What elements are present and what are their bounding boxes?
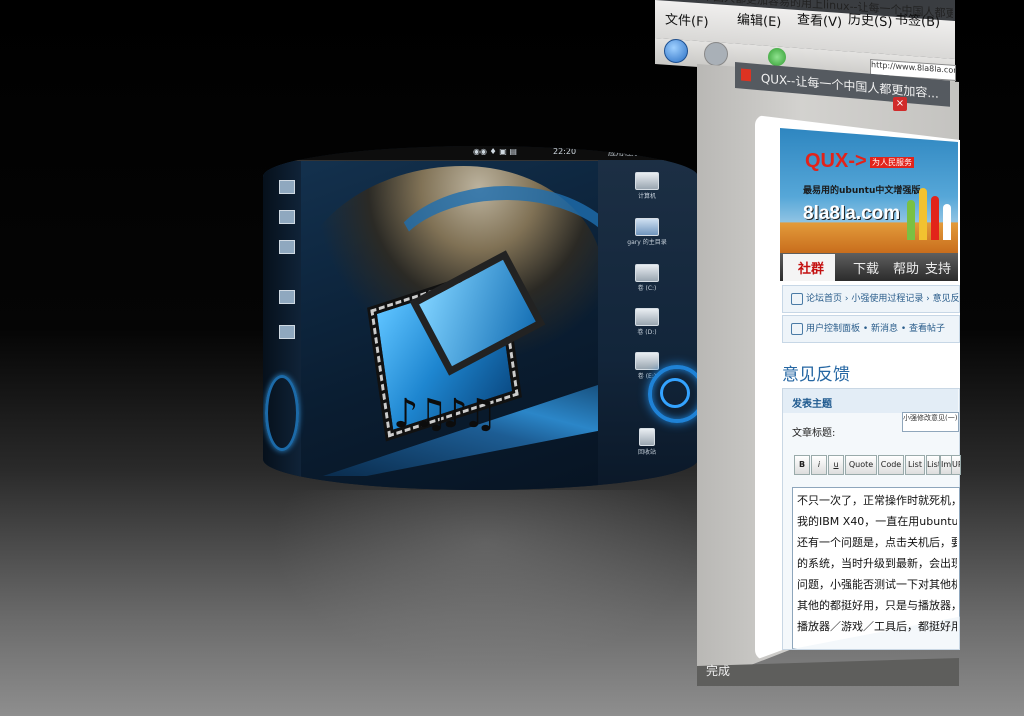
list-numbered-button[interactable]: List= bbox=[926, 455, 940, 475]
message-line: 问题，小强能否测试一下对其他机器的支持， bbox=[797, 578, 957, 591]
figure-white bbox=[943, 204, 951, 240]
drive-glyph-icon bbox=[635, 308, 659, 326]
left-side-strip bbox=[263, 160, 301, 490]
side-app-icon[interactable] bbox=[279, 180, 295, 194]
close-tab-icon[interactable]: × bbox=[893, 97, 907, 111]
computer-glyph-icon bbox=[635, 172, 659, 190]
stick-figures-illustration bbox=[905, 178, 955, 240]
figure-green bbox=[907, 200, 915, 240]
site-tagline: 最易用的ubuntu中文增强版 bbox=[803, 186, 921, 196]
user-control-bar[interactable]: 用户控制面板 • 新消息 • 查看帖子 bbox=[782, 315, 960, 343]
italic-button[interactable]: i bbox=[811, 455, 827, 475]
music-notes-icon: ♪♫♪♫ bbox=[393, 391, 498, 437]
breadcrumb-text[interactable]: 论坛首页 › 小强使用过程记录 › 意见反馈 bbox=[806, 294, 959, 304]
quote-button[interactable]: Quote bbox=[845, 455, 877, 475]
logo-subtitle: 为人民服务 bbox=[870, 157, 914, 168]
side-app-icon[interactable] bbox=[279, 210, 295, 224]
subject-label: 文章标题: bbox=[792, 428, 836, 439]
message-line: 不只一次了，正常操作时就死机，尝试很多方法都没用， bbox=[797, 494, 957, 507]
message-line: 我的IBM X40，一直在用ubuntu,小强也在用， bbox=[797, 515, 957, 528]
menu-file[interactable]: 文件(F) bbox=[665, 8, 709, 30]
message-line: 还有一个问题是，点击关机后，要等半天，时间不确定， bbox=[797, 536, 957, 549]
side-app-icon[interactable] bbox=[279, 240, 295, 254]
subject-input[interactable]: 小强修改意见(一) bbox=[902, 412, 959, 432]
figure-yellow bbox=[919, 188, 927, 240]
trash-icon[interactable]: 回收站 bbox=[623, 428, 671, 456]
desktop-icon-label: 回收站 bbox=[637, 449, 656, 456]
menu-edit[interactable]: 编辑(E) bbox=[737, 8, 781, 30]
side-app-icon[interactable] bbox=[279, 325, 295, 339]
desktop-icon-label: 计算机 bbox=[637, 193, 656, 200]
blue-ring-inner bbox=[660, 378, 690, 408]
status-text: 完成 bbox=[706, 664, 731, 678]
message-line: 的系统，当时升级到最新，会出现问题，版本原因吗? bbox=[797, 557, 957, 570]
panel-places-menu[interactable]: 位置 bbox=[648, 147, 664, 158]
panel-applications-menu[interactable]: 应用程序 bbox=[608, 147, 640, 158]
desktop-icon-column: 计算机 gary 的主目录 卷 (C:) 卷 (D:) 卷 (E:) 回收站 bbox=[598, 160, 698, 490]
panel-tray-icons[interactable]: ◉◉ ♦ ▣ ▤ bbox=[473, 147, 517, 156]
drive-icon[interactable]: 卷 (C:) bbox=[623, 264, 671, 292]
desktop-icon-label: 卷 (C:) bbox=[637, 285, 657, 292]
tab-download[interactable]: 下载 bbox=[853, 258, 879, 277]
message-line: 其他的都挺好用，只是与播放器，工具后，都出了点问题， bbox=[797, 599, 957, 612]
drive-glyph-icon bbox=[635, 352, 659, 370]
menu-bookmarks[interactable]: 书签(B) bbox=[895, 8, 940, 30]
trash-glyph-icon bbox=[639, 428, 655, 446]
site-domain: 8la8la.com bbox=[803, 203, 901, 224]
figure-red bbox=[931, 196, 939, 240]
drive-icon[interactable]: 卷 (D:) bbox=[623, 308, 671, 336]
folder-glyph-icon bbox=[635, 218, 659, 236]
computer-icon[interactable]: 计算机 bbox=[623, 172, 671, 200]
desktop-icon-label: gary 的主目录 bbox=[627, 239, 667, 246]
menu-view[interactable]: 查看(V) bbox=[797, 8, 842, 30]
page-title: 意见反馈 bbox=[782, 365, 850, 385]
back-arrow-icon[interactable] bbox=[664, 39, 688, 63]
tab-help[interactable]: 帮助 bbox=[893, 258, 919, 277]
floor-reflection bbox=[270, 490, 700, 670]
control-bar-text[interactable]: 用户控制面板 • 新消息 • 查看帖子 bbox=[806, 324, 945, 334]
user-icon bbox=[791, 322, 803, 335]
reload-icon[interactable] bbox=[768, 48, 786, 66]
side-app-icon[interactable] bbox=[279, 290, 295, 304]
tab-community[interactable]: 社群 bbox=[798, 258, 824, 277]
underline-button[interactable]: u bbox=[828, 455, 844, 475]
panel-system-menu[interactable]: 系统 bbox=[673, 147, 689, 158]
site-favicon-icon bbox=[741, 68, 751, 82]
home-icon bbox=[791, 292, 803, 305]
side-ring-ornament bbox=[265, 375, 299, 451]
tab-support[interactable]: 支持 bbox=[925, 258, 951, 277]
panel-clock[interactable]: 22:20 bbox=[553, 147, 576, 156]
forward-arrow-icon[interactable] bbox=[704, 42, 728, 66]
drive-glyph-icon bbox=[635, 264, 659, 282]
editor-toolbar: B i u Quote Code List List= Img URL bbox=[790, 455, 961, 481]
site-logo[interactable]: QUX-> bbox=[805, 150, 867, 173]
list-button[interactable]: List bbox=[905, 455, 925, 475]
code-button[interactable]: Code bbox=[878, 455, 904, 475]
message-line: 播放器／游戏／工具后，都挺好用。 bbox=[797, 620, 957, 633]
url-button[interactable]: URL bbox=[951, 455, 961, 475]
menu-history[interactable]: 历史(S) bbox=[848, 8, 892, 30]
breadcrumb[interactable]: 论坛首页 › 小强使用过程记录 › 意见反馈 bbox=[782, 285, 960, 313]
top-panel: ◉◉ ♦ ▣ ▤ 22:20 应用程序 位置 系统 bbox=[263, 146, 698, 161]
home-folder-icon[interactable]: gary 的主目录 bbox=[623, 218, 671, 246]
desktop-cylinder-face: ♪♫♪♫ ◉◉ ♦ ▣ ▤ 22:20 应用程序 位置 系统 计算机 gary … bbox=[263, 146, 698, 490]
desktop-icon-label: 卷 (D:) bbox=[637, 329, 657, 336]
post-header-label: 发表主题 bbox=[792, 399, 832, 410]
bold-button[interactable]: B bbox=[794, 455, 810, 475]
